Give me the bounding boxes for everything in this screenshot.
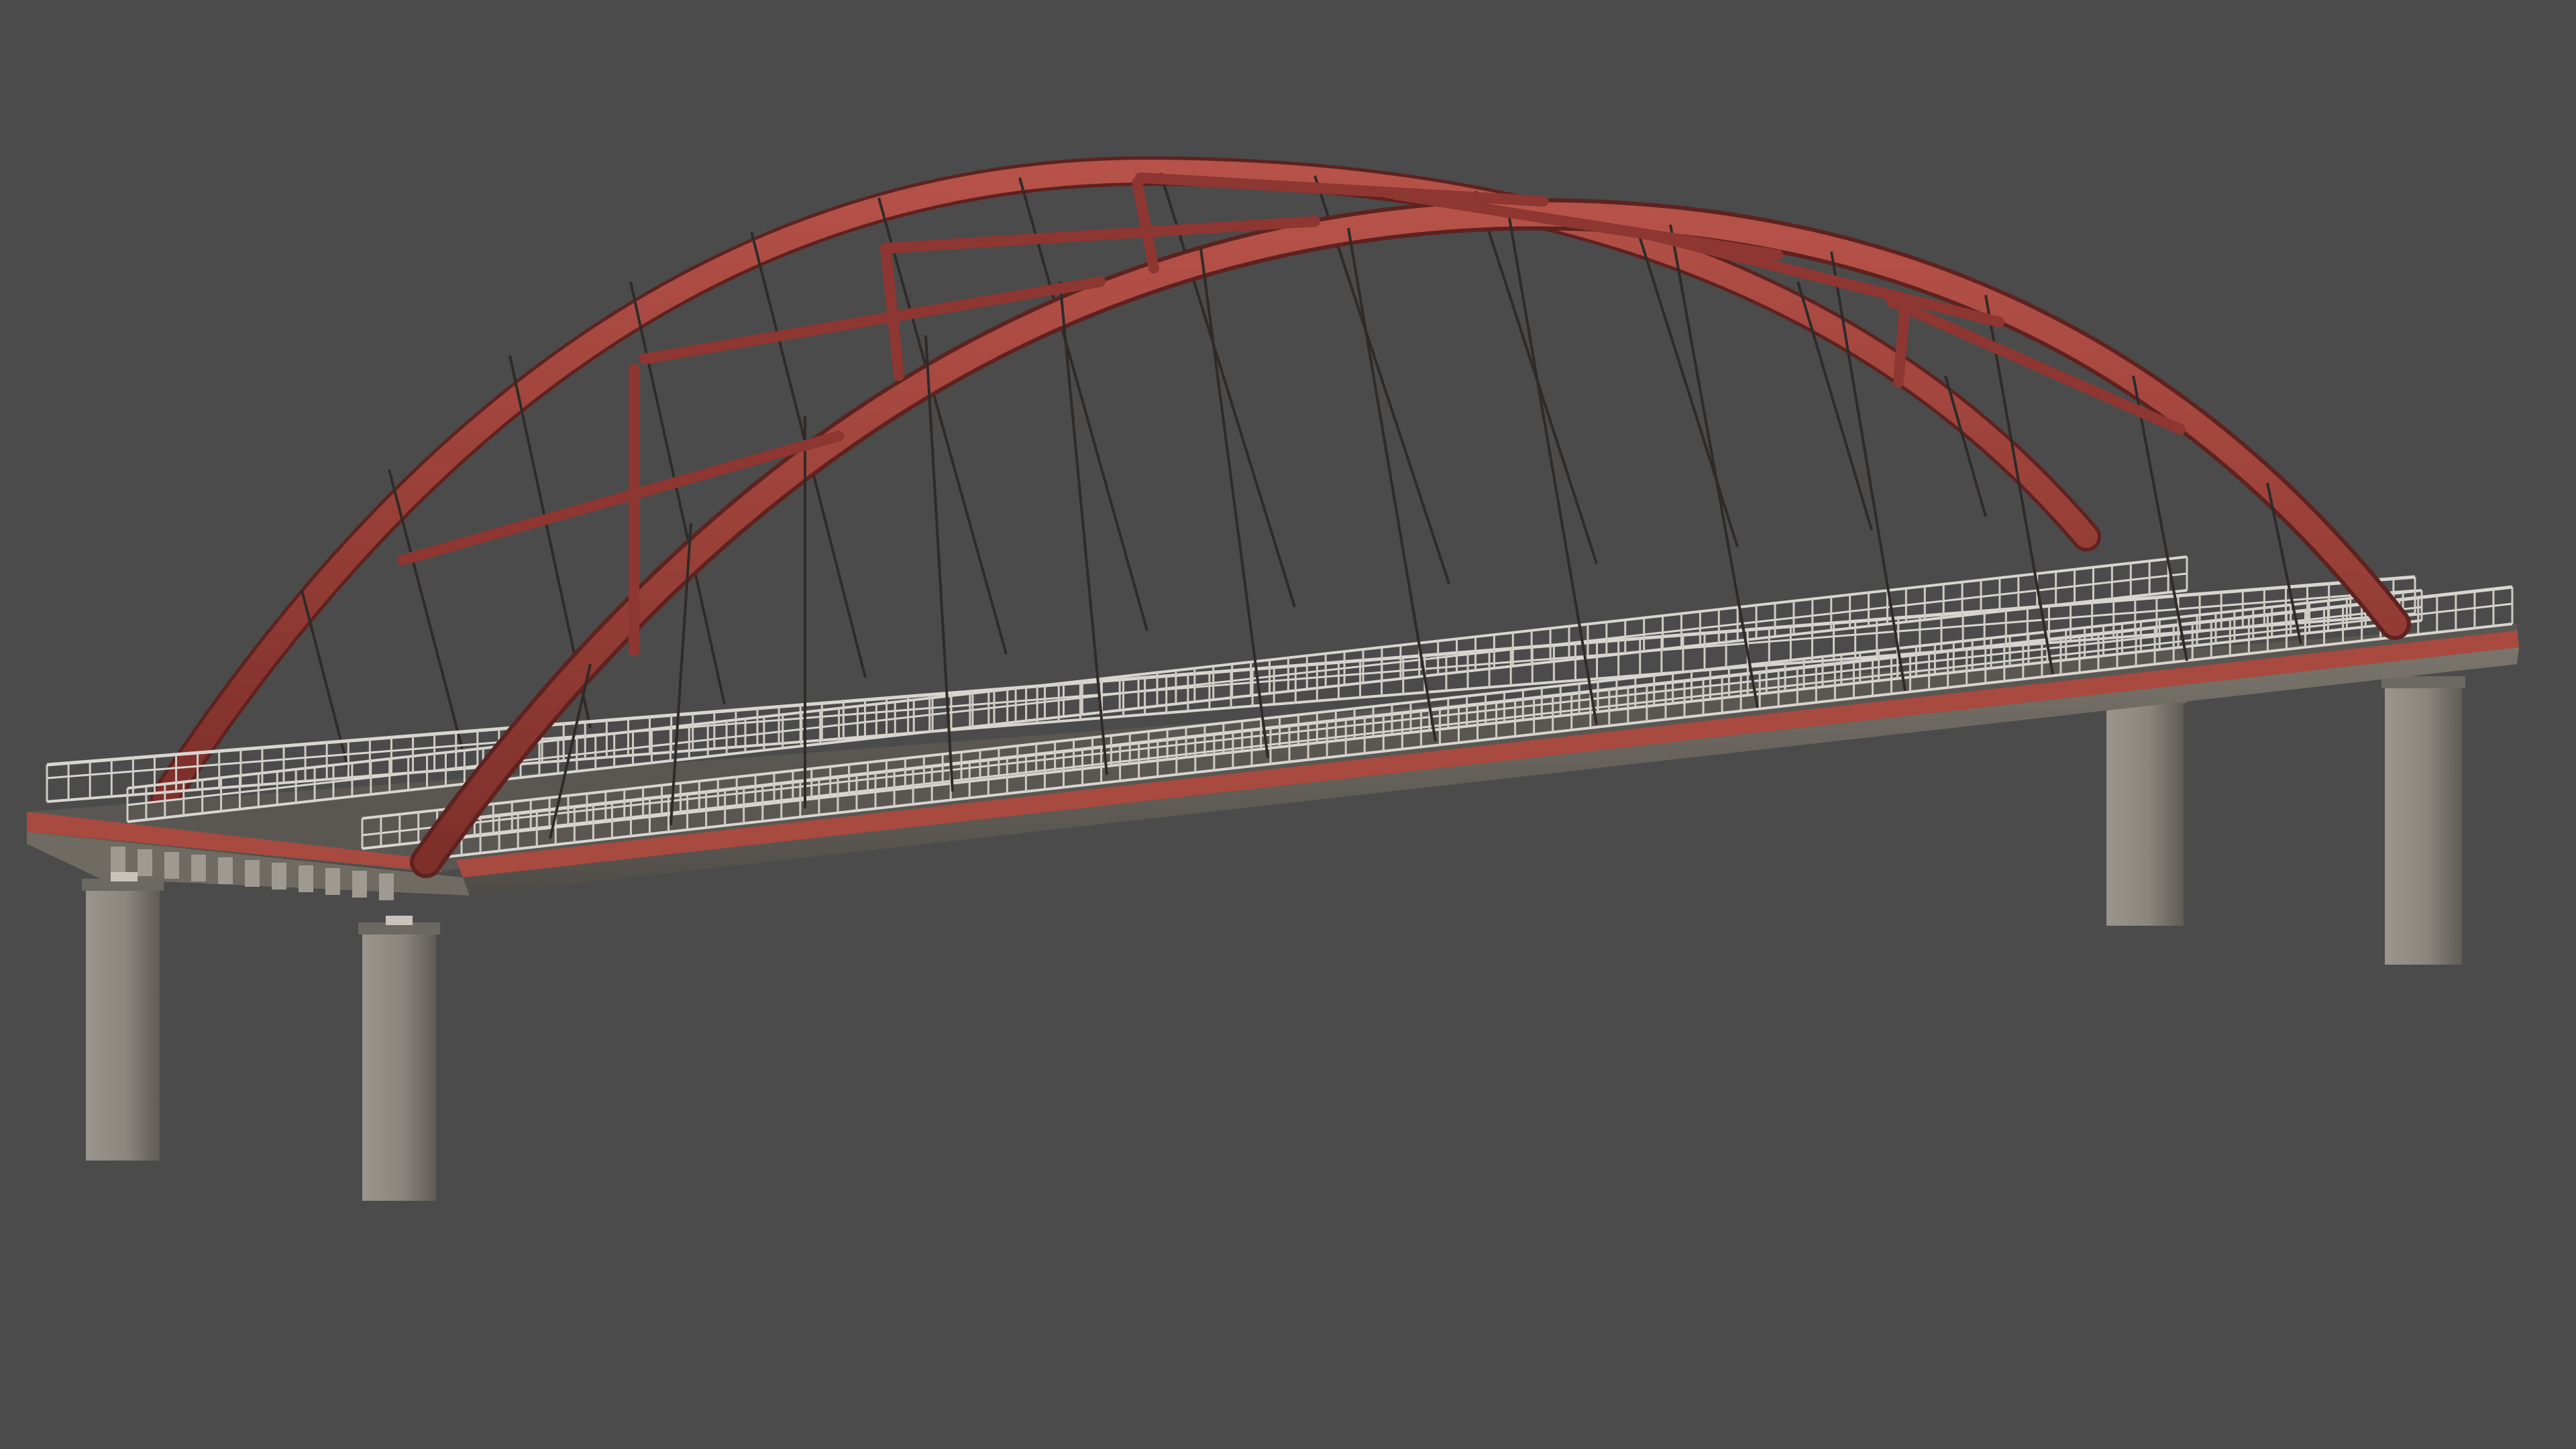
pier-far-right-back [2103,691,2187,926]
pier-near-left-front [358,916,440,1201]
bridge-render [0,0,2576,1449]
pier-far-right-front [2381,676,2465,965]
pier-near-left-back [82,872,164,1161]
